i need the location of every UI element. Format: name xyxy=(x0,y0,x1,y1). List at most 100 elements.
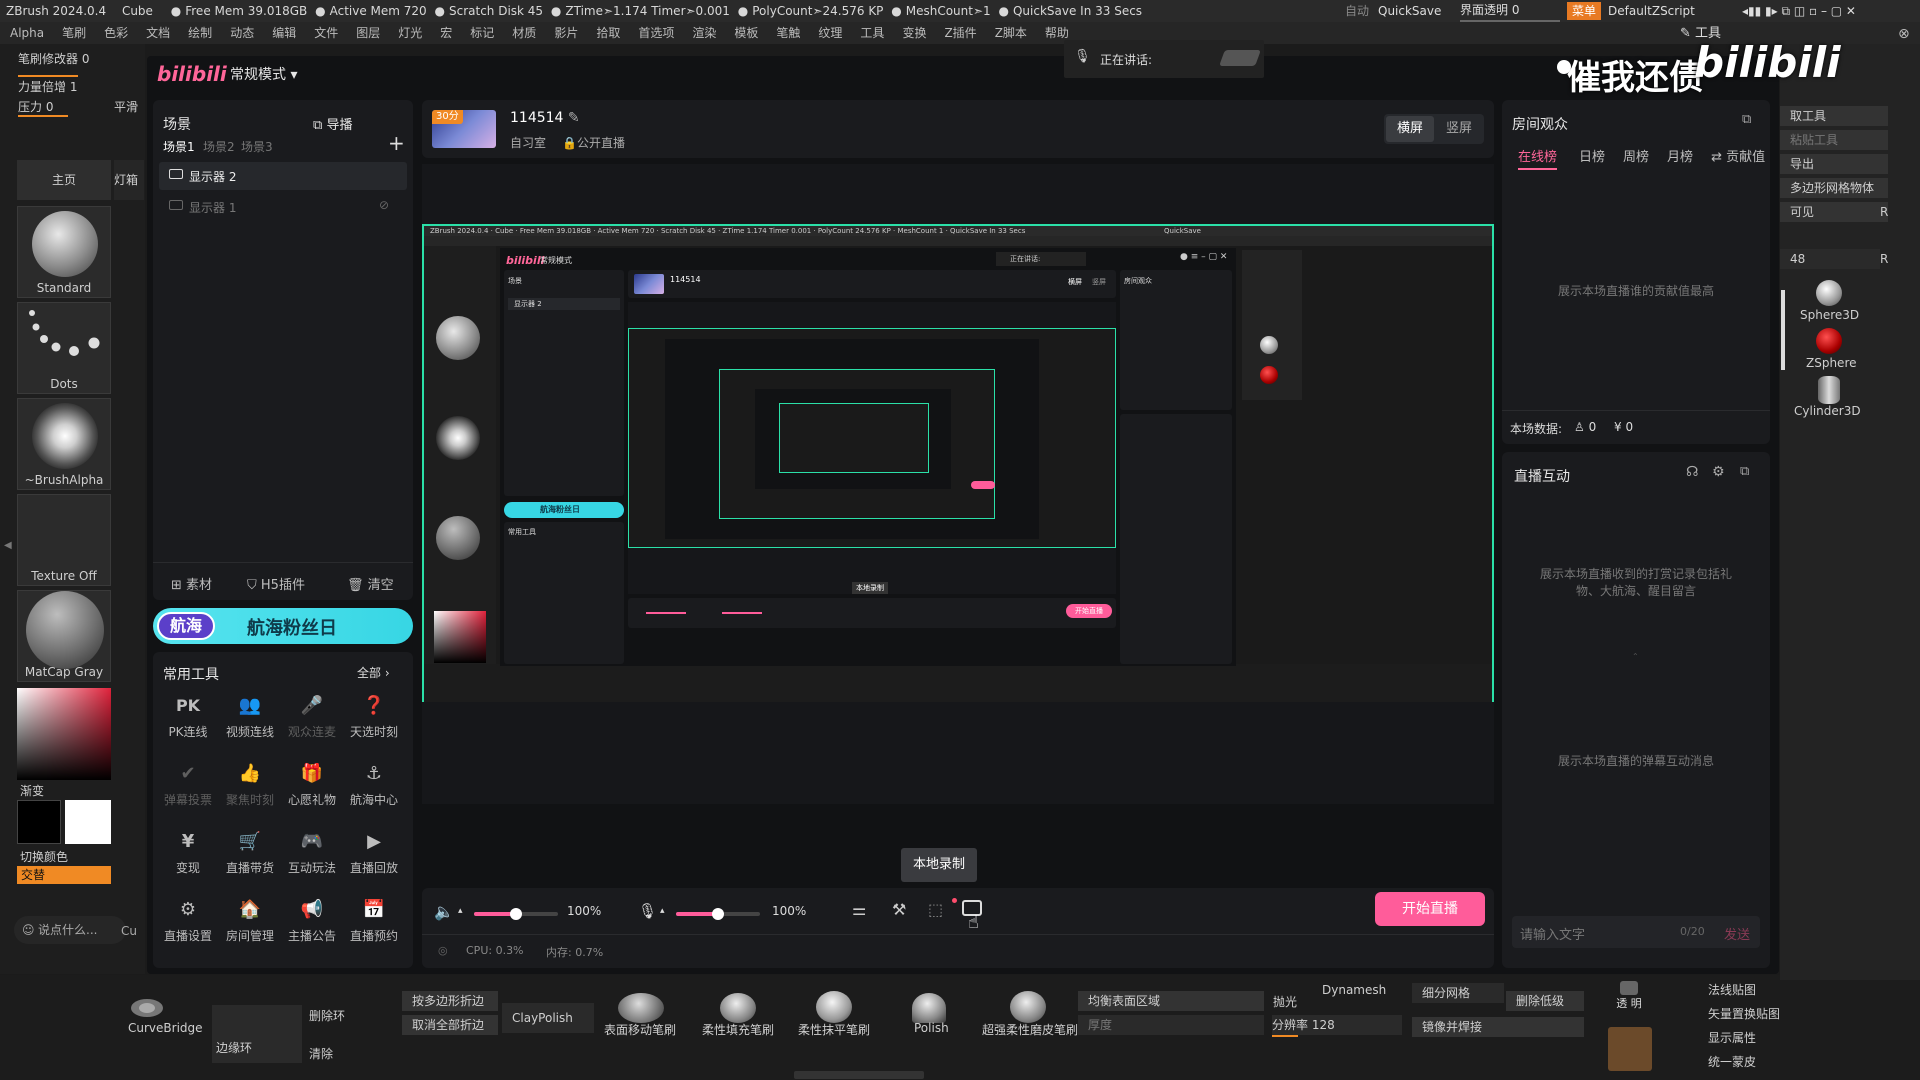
zb-menu-item[interactable]: 文档 xyxy=(146,22,170,44)
zb-menu-item[interactable]: 图层 xyxy=(356,22,380,44)
brush-texture-off[interactable]: Texture Off xyxy=(17,494,111,586)
zb-menu-item[interactable]: 动态 xyxy=(230,22,254,44)
tool-replay[interactable]: ▶ 直播回放 xyxy=(343,828,405,876)
wand-icon[interactable]: ⚒ xyxy=(892,900,906,919)
speaker-icon[interactable]: 🔈 xyxy=(434,902,454,921)
claypolish[interactable]: ClayPolish xyxy=(502,1003,594,1033)
cylinder3d[interactable]: Cylinder3D xyxy=(1794,404,1861,418)
popout-icon[interactable]: ⧉ xyxy=(1742,112,1751,127)
zb-menu-item[interactable]: 模板 xyxy=(734,22,758,44)
source-monitor-1[interactable]: 显示器 1 ⊘ xyxy=(159,193,407,221)
tool-scroll[interactable] xyxy=(1781,290,1785,370)
tool-voyage[interactable]: ⚓ 航海中心 xyxy=(343,760,405,808)
zb-menu-item[interactable]: 变换 xyxy=(902,22,926,44)
zb-script[interactable]: DefaultZScript xyxy=(1608,0,1695,22)
zb-menu-item[interactable]: 编辑 xyxy=(272,22,296,44)
tool-lottery[interactable]: ❓ 天选时刻 xyxy=(343,692,405,740)
zb-param-2[interactable]: 压力 0 xyxy=(18,98,53,115)
crease-by-poly[interactable]: 按多边形折边 xyxy=(402,991,498,1011)
value-r[interactable]: R xyxy=(1880,249,1896,269)
portrait-button[interactable]: 竖屏 xyxy=(1436,116,1482,142)
tab-weekly[interactable]: 周榜 xyxy=(1623,146,1649,165)
tool-room[interactable]: 🏠 房间管理 xyxy=(219,896,281,944)
soft-smooth[interactable]: 柔性抹平笔刷 xyxy=(798,1021,870,1038)
scene-tab-3[interactable]: 场景3 xyxy=(241,138,273,155)
switch-color[interactable]: 切换颜色 xyxy=(20,848,68,865)
material-button[interactable]: ⊞ 素材 xyxy=(171,574,212,593)
brush-dots[interactable]: Dots xyxy=(17,302,111,394)
display-props[interactable]: 显示属性 xyxy=(1708,1029,1756,1046)
delete-lower[interactable]: 删除低级 xyxy=(1506,991,1584,1011)
brush-alpha[interactable]: ~BrushAlpha xyxy=(17,398,111,490)
get-tool[interactable]: 取工具 xyxy=(1780,106,1888,126)
room-visibility[interactable]: 🔒公开直播 xyxy=(562,134,625,151)
mic-caret-icon[interactable]: ▴ xyxy=(660,906,665,916)
send-button[interactable]: 发送 xyxy=(1724,924,1750,943)
zb-menu-item[interactable]: 纹理 xyxy=(818,22,842,44)
mic-volume-slider[interactable] xyxy=(676,908,760,920)
color-picker[interactable] xyxy=(17,688,111,780)
zb-menu-item[interactable]: 材质 xyxy=(512,22,536,44)
zb-window-controls[interactable]: ◂▮▮ ▮▸ ⧉ ◫ ▫ – ▢ ✕ xyxy=(1742,0,1920,22)
visible[interactable]: 可见 xyxy=(1780,202,1888,222)
zb-menu-item[interactable]: 文件 xyxy=(314,22,338,44)
edge-ring[interactable]: 边缘环 xyxy=(212,1033,302,1063)
zb-tab-lightbox[interactable]: 灯箱 xyxy=(114,160,144,200)
secondary-color-swatch[interactable] xyxy=(65,800,111,844)
popout-icon[interactable]: ⧉ xyxy=(1740,464,1749,479)
room-category[interactable]: 自习室 xyxy=(510,134,546,151)
clear-btn[interactable]: 清除 xyxy=(309,1045,333,1062)
tool-shop[interactable]: 🛒 直播带货 xyxy=(219,828,281,876)
tool-game[interactable]: 🎮 互动玩法 xyxy=(281,828,343,876)
zb-menu-item[interactable]: Z插件 xyxy=(944,22,976,44)
export[interactable]: 导出 xyxy=(1780,154,1888,174)
sphere3d[interactable]: Sphere3D xyxy=(1800,308,1859,322)
mic-volume-knob[interactable] xyxy=(712,908,724,920)
scene-tab-2[interactable]: 场景2 xyxy=(203,138,235,155)
tool-video-link[interactable]: 👥 视频连线 xyxy=(219,692,281,740)
unify-skin[interactable]: 统一蒙皮 xyxy=(1708,1053,1756,1070)
zb-menu-item[interactable]: 渲染 xyxy=(692,22,716,44)
landscape-button[interactable]: 横屏 xyxy=(1386,116,1434,142)
zb-menu-item[interactable]: Alpha xyxy=(10,22,44,44)
settings-sliders-icon[interactable]: ⚌ xyxy=(852,900,866,919)
dynamesh[interactable]: Dynamesh xyxy=(1322,983,1386,997)
tools-all-link[interactable]: 全部 › xyxy=(357,664,390,681)
zb-quicksave[interactable]: QuickSave xyxy=(1378,0,1441,22)
curvebridge[interactable]: CurveBridge xyxy=(128,1021,203,1035)
alternate-button[interactable]: 交替 xyxy=(17,866,111,884)
zb-menu-item[interactable]: 灯光 xyxy=(398,22,422,44)
zb-ui-opacity[interactable]: 界面透明 0 xyxy=(1460,0,1560,22)
bottom-scroll[interactable] xyxy=(794,1071,924,1079)
scene-tab-1[interactable]: 场景1 xyxy=(163,138,195,155)
camera-off-icon[interactable]: ⬚ xyxy=(928,900,943,919)
zb-param-3[interactable]: 平滑 xyxy=(114,98,138,115)
gear-icon[interactable]: ⚙ xyxy=(1712,464,1725,480)
tool-wish-gift[interactable]: 🎁 心愿礼物 xyxy=(281,760,343,808)
tool-pk[interactable]: PK PK连线 xyxy=(157,692,219,740)
divider-handle-icon[interactable]: ⌃ xyxy=(1632,652,1639,661)
tab-daily[interactable]: 日榜 xyxy=(1579,146,1605,165)
zb-menu-item[interactable]: 影片 xyxy=(554,22,578,44)
source-monitor-2[interactable]: 显示器 2 xyxy=(159,162,407,190)
super-soft[interactable]: 超强柔性磨皮笔刷 xyxy=(982,1021,1078,1038)
polish[interactable]: Polish xyxy=(914,1021,949,1035)
zb-menu-item[interactable]: 色彩 xyxy=(104,22,128,44)
subdivide[interactable]: 细分网格 xyxy=(1412,983,1504,1003)
dynamic-icon[interactable] xyxy=(1608,1027,1652,1071)
balance-area[interactable]: 均衡表面区域 xyxy=(1078,991,1264,1011)
normal-map[interactable]: 法线贴图 xyxy=(1708,981,1756,998)
tab-online[interactable]: 在线榜 xyxy=(1518,146,1558,170)
edit-icon[interactable]: ✎ xyxy=(568,110,580,126)
microphone-icon[interactable]: 🎙 xyxy=(638,902,657,920)
add-scene-icon[interactable]: + xyxy=(388,131,405,155)
speaker-caret-icon[interactable]: ▴ xyxy=(458,906,463,916)
brush-standard[interactable]: Standard xyxy=(17,206,111,298)
chat-input[interactable]: 请输入文字 0/20 发送 xyxy=(1512,916,1760,948)
h5-plugin-button[interactable]: ⛉ H5插件 xyxy=(247,574,305,593)
mode-select[interactable]: 常规模式 ▾ xyxy=(230,64,297,84)
tool-focus[interactable]: 👍 聚焦时刻 xyxy=(219,760,281,808)
preview-area[interactable]: ZBrush 2024.0.4 · Cube · Free Mem 39.018… xyxy=(422,164,1494,804)
speaker-volume-knob[interactable] xyxy=(510,908,522,920)
tab-contribution[interactable]: ⇄ 贡献值 xyxy=(1711,146,1765,165)
